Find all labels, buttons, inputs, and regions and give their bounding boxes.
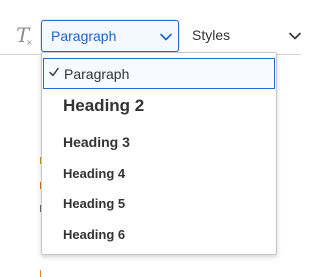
editor-toolbar: T × Paragraph Styles [0, 0, 301, 55]
menu-item-label: Paragraph [64, 66, 130, 82]
clear-format-icon[interactable]: T × [11, 23, 35, 48]
chevron-down-icon [160, 33, 172, 41]
styles-select[interactable]: Styles [183, 20, 301, 52]
format-select-value: Paragraph [51, 28, 117, 44]
menu-item-label: Heading 5 [63, 196, 126, 211]
format-select[interactable]: Paragraph [41, 20, 179, 52]
check-icon [49, 67, 59, 77]
format-dropdown-menu: Paragraph Heading 2 Heading 3 Heading 4 … [41, 52, 277, 255]
styles-select-value: Styles [192, 27, 231, 43]
menu-item-label: Heading 6 [63, 227, 126, 242]
menu-item-paragraph[interactable]: Paragraph [43, 58, 275, 89]
menu-item-label: Heading 2 [63, 96, 145, 115]
menu-item-label: Heading 3 [63, 134, 130, 150]
svg-text:×: × [26, 38, 33, 47]
chevron-down-icon [289, 32, 301, 40]
menu-item-label: Heading 4 [63, 166, 126, 181]
